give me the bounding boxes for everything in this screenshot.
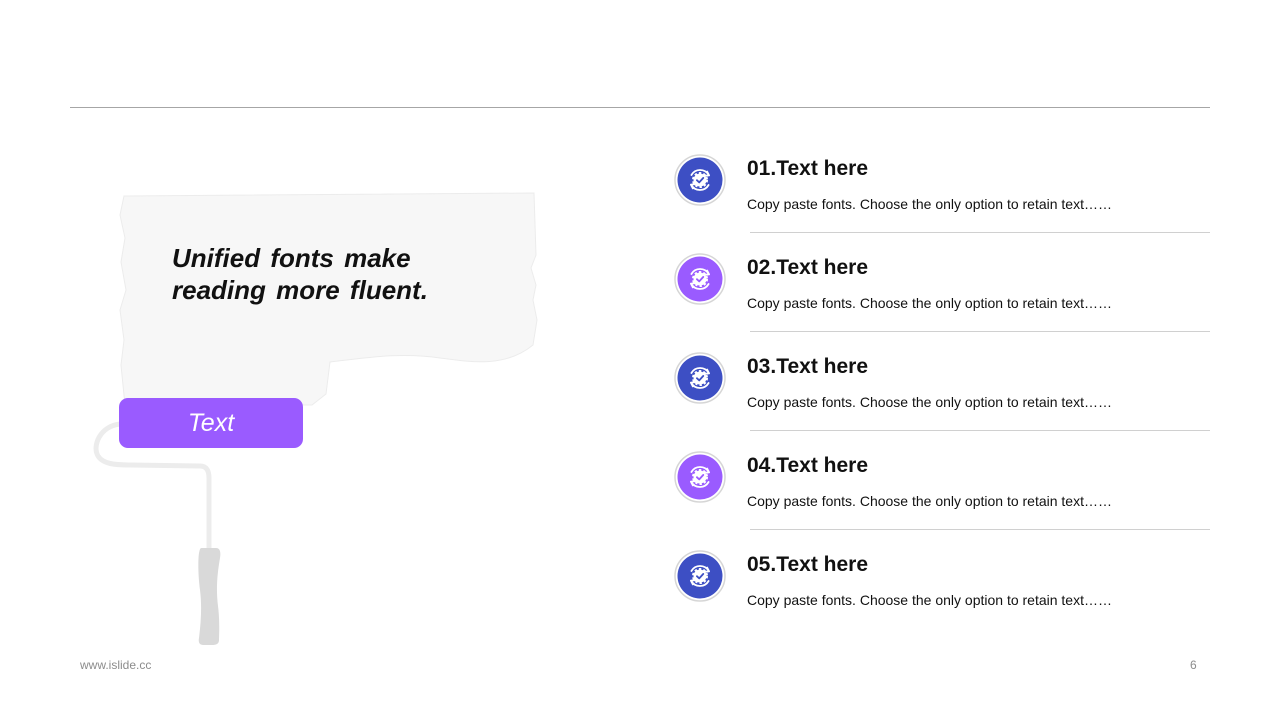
- slide: Unified fonts make reading more fluent. …: [0, 0, 1280, 720]
- item-title: 05.Text here: [747, 553, 869, 576]
- list-item: 01.Text here Copy paste fonts. Choose th…: [672, 154, 1212, 253]
- refresh-gear-icon: [674, 154, 726, 206]
- refresh-gear-icon: [674, 451, 726, 503]
- roller-handle: [198, 548, 221, 645]
- list-item: 05.Text here Copy paste fonts. Choose th…: [672, 550, 1212, 649]
- quote-text: Unified fonts make reading more fluent.: [172, 242, 492, 306]
- item-divider: [750, 529, 1210, 530]
- roller-text-label: Text: [119, 398, 303, 448]
- item-description: Copy paste fonts. Choose the only option…: [747, 493, 1112, 509]
- quote-line-2: reading more fluent.: [172, 275, 428, 305]
- item-title: 02.Text here: [747, 256, 869, 279]
- page-number: 6: [1190, 658, 1197, 672]
- refresh-gear-icon: [674, 352, 726, 404]
- item-description: Copy paste fonts. Choose the only option…: [747, 295, 1112, 311]
- item-title: 04.Text here: [747, 454, 869, 477]
- item-description: Copy paste fonts. Choose the only option…: [747, 196, 1112, 212]
- list-item: 04.Text here Copy paste fonts. Choose th…: [672, 451, 1212, 550]
- footer-url: www.islide.cc: [80, 658, 152, 672]
- item-divider: [750, 430, 1210, 431]
- item-divider: [750, 331, 1210, 332]
- item-title: 01.Text here: [747, 157, 869, 180]
- refresh-gear-icon: [674, 253, 726, 305]
- list-item: 03.Text here Copy paste fonts. Choose th…: [672, 352, 1212, 451]
- refresh-gear-icon: [674, 550, 726, 602]
- list-item: 02.Text here Copy paste fonts. Choose th…: [672, 253, 1212, 352]
- quote-line-1: Unified fonts make: [172, 243, 411, 273]
- item-title: 03.Text here: [747, 355, 869, 378]
- item-divider: [750, 232, 1210, 233]
- paint-roller-illustration: [93, 192, 538, 645]
- item-description: Copy paste fonts. Choose the only option…: [747, 592, 1112, 608]
- item-description: Copy paste fonts. Choose the only option…: [747, 394, 1112, 410]
